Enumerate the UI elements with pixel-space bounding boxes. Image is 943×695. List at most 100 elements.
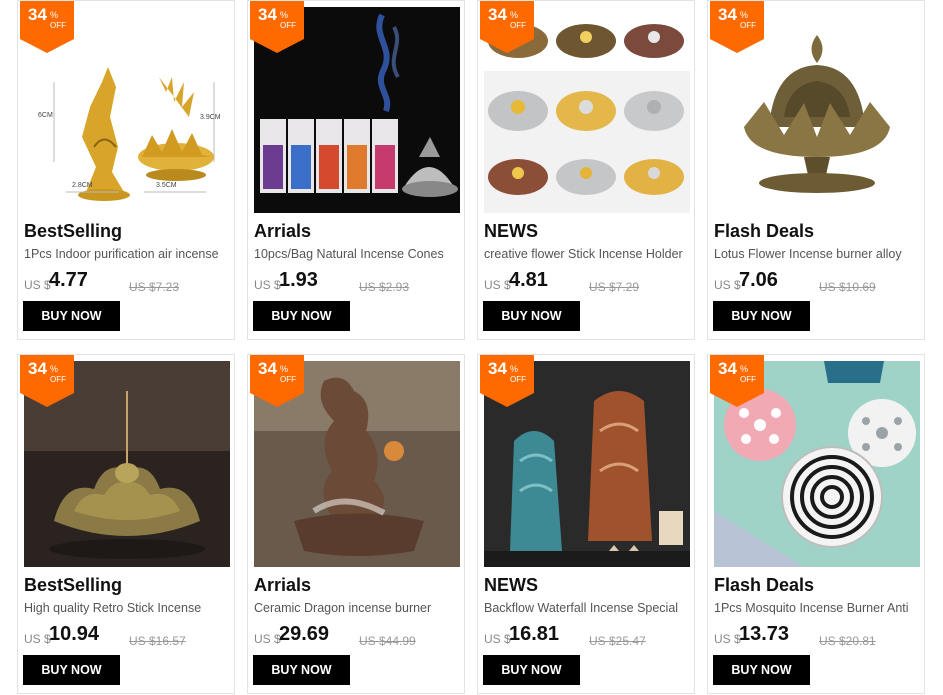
original-price: US $7.23 — [129, 280, 180, 294]
dimension-label-height-right: 3.9CM — [200, 114, 221, 121]
discount-percent: 34 — [28, 5, 47, 24]
discount-badge: 34 % OFF — [710, 1, 764, 53]
buy-now-button[interactable]: BUY NOW — [253, 655, 350, 685]
dimension-label-height-left: 6CM — [38, 112, 53, 119]
product-title[interactable]: 1Pcs Mosquito Incense Burner Anti — [714, 601, 920, 615]
discount-badge: 34 % OFF — [250, 1, 304, 53]
discount-badge: 34 % OFF — [20, 1, 74, 53]
currency-prefix: US $ — [714, 278, 741, 292]
current-price: 16.81 — [509, 623, 560, 645]
off-label: OFF — [740, 21, 756, 30]
buy-now-button[interactable]: BUY NOW — [23, 301, 120, 331]
product-category: Flash Deals — [714, 575, 815, 595]
price-row: US $ 1.93 US $2.93 — [254, 269, 460, 297]
product-card[interactable]: 34 % OFF NEWS creative flower Stick Ince… — [477, 0, 695, 340]
buy-now-button[interactable]: BUY NOW — [483, 655, 580, 685]
product-title[interactable]: Ceramic Dragon incense burner — [254, 601, 460, 615]
off-label: OFF — [280, 21, 296, 30]
original-price: US $10.69 — [819, 280, 876, 294]
discount-badge: 34 % OFF — [480, 1, 534, 53]
off-label: OFF — [740, 375, 756, 384]
original-price: US $7.29 — [589, 280, 640, 294]
original-price: US $25.47 — [589, 634, 646, 648]
dimension-label-width-left: 2.8CM — [72, 182, 93, 189]
buy-now-button[interactable]: BUY NOW — [23, 655, 120, 685]
discount-badge: 34 % OFF — [710, 355, 764, 407]
discount-percent: 34 — [488, 5, 507, 24]
percent-sign: % — [50, 10, 59, 20]
product-card[interactable]: 34 % OFF Arrials 10pcs/Bag Natural Incen… — [247, 0, 465, 340]
percent-sign: % — [280, 364, 289, 374]
current-price: 4.77 — [49, 269, 88, 291]
original-price: US $44.99 — [359, 634, 416, 648]
product-title[interactable]: Backflow Waterfall Incense Special — [484, 601, 690, 615]
product-title[interactable]: 10pcs/Bag Natural Incense Cones — [254, 247, 460, 261]
buy-now-button[interactable]: BUY NOW — [483, 301, 580, 331]
price-row: US $ 13.73 US $20.81 — [714, 623, 920, 651]
product-category: BestSelling — [24, 575, 123, 595]
currency-prefix: US $ — [24, 278, 51, 292]
discount-badge: 34 % OFF — [20, 355, 74, 407]
price-row: US $ 4.81 US $7.29 — [484, 269, 690, 297]
current-price: 4.81 — [509, 269, 548, 291]
product-card[interactable]: 34 % OFF Arrials Ceramic Dragon incense … — [247, 354, 465, 694]
currency-prefix: US $ — [484, 278, 511, 292]
product-card[interactable]: 6CM 3.9CM 2.8CM 3.5CM 34 % OFF BestSelli… — [17, 0, 235, 340]
currency-prefix: US $ — [254, 278, 281, 292]
price-row: US $ 7.06 US $10.69 — [714, 269, 920, 297]
percent-sign: % — [280, 10, 289, 20]
product-category: NEWS — [484, 221, 538, 241]
discount-badge: 34 % OFF — [480, 355, 534, 407]
price-row: US $ 4.77 US $7.23 — [24, 269, 230, 297]
percent-sign: % — [510, 364, 519, 374]
currency-prefix: US $ — [714, 632, 741, 646]
product-title[interactable]: Lotus Flower Incense burner alloy — [714, 247, 920, 261]
price-row: US $ 10.94 US $16.57 — [24, 623, 230, 651]
off-label: OFF — [510, 21, 526, 30]
product-card[interactable]: 34 % OFF Flash Deals 1Pcs Mosquito Incen… — [707, 354, 925, 694]
current-price: 10.94 — [49, 623, 100, 645]
price-row: US $ 29.69 US $44.99 — [254, 623, 460, 651]
discount-percent: 34 — [28, 359, 47, 378]
buy-now-button[interactable]: BUY NOW — [713, 301, 810, 331]
currency-prefix: US $ — [254, 632, 281, 646]
discount-percent: 34 — [258, 5, 277, 24]
discount-percent: 34 — [718, 5, 737, 24]
product-title[interactable]: creative flower Stick Incense Holder — [484, 247, 690, 261]
product-card[interactable]: 34 % OFF NEWS Backflow Waterfall Incense… — [477, 354, 695, 694]
current-price: 1.93 — [279, 269, 318, 291]
product-title[interactable]: High quality Retro Stick Incense — [24, 601, 230, 615]
off-label: OFF — [280, 375, 296, 384]
product-card[interactable]: 34 % OFF Flash Deals Lotus Flower Incens… — [707, 0, 925, 340]
current-price: 29.69 — [279, 623, 330, 645]
buy-now-button[interactable]: BUY NOW — [713, 655, 810, 685]
current-price: 13.73 — [739, 623, 790, 645]
price-row: US $ 16.81 US $25.47 — [484, 623, 690, 651]
off-label: OFF — [510, 375, 526, 384]
product-category: NEWS — [484, 575, 538, 595]
product-card[interactable]: 34 % OFF BestSelling High quality Retro … — [17, 354, 235, 694]
percent-sign: % — [740, 364, 749, 374]
original-price: US $20.81 — [819, 634, 876, 648]
product-category: Flash Deals — [714, 221, 815, 241]
currency-prefix: US $ — [484, 632, 511, 646]
off-label: OFF — [50, 375, 66, 384]
current-price: 7.06 — [739, 269, 778, 291]
product-category: Arrials — [254, 575, 312, 595]
product-category: BestSelling — [24, 221, 123, 241]
percent-sign: % — [510, 10, 519, 20]
percent-sign: % — [50, 364, 59, 374]
original-price: US $16.57 — [129, 634, 186, 648]
discount-percent: 34 — [258, 359, 277, 378]
percent-sign: % — [740, 10, 749, 20]
off-label: OFF — [50, 21, 66, 30]
discount-percent: 34 — [488, 359, 507, 378]
product-category: Arrials — [254, 221, 312, 241]
product-grid: 6CM 3.9CM 2.8CM 3.5CM 34 % OFF BestSelli… — [0, 0, 943, 695]
discount-percent: 34 — [718, 359, 737, 378]
buy-now-button[interactable]: BUY NOW — [253, 301, 350, 331]
product-title[interactable]: 1Pcs Indoor purification air incense — [24, 247, 230, 261]
discount-badge: 34 % OFF — [250, 355, 304, 407]
currency-prefix: US $ — [24, 632, 51, 646]
original-price: US $2.93 — [359, 280, 410, 294]
